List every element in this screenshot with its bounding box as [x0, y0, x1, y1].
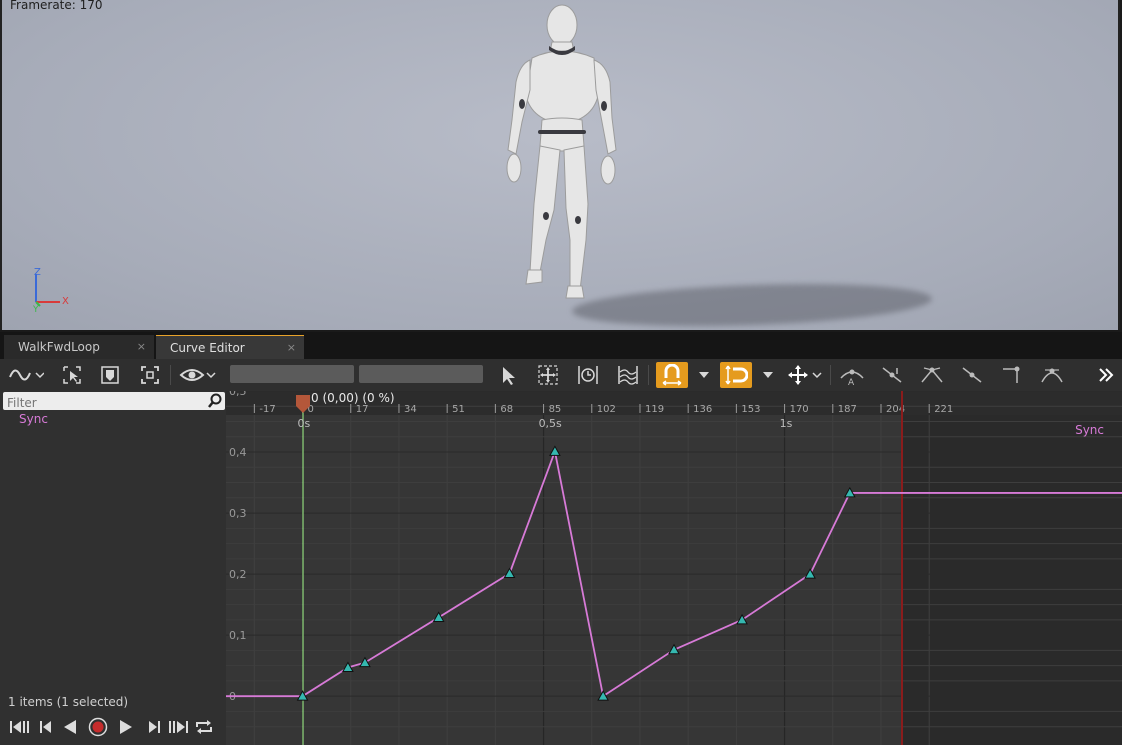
value-axis-label: 0,4 [229, 446, 247, 459]
close-icon[interactable]: × [287, 341, 296, 354]
time-label: 1s [780, 417, 793, 430]
time-ruler-ticks: -17 0 17 34 51 68 85 102 119 136 153 170 187 204 221 [253, 404, 953, 415]
filter-box[interactable] [3, 392, 225, 411]
frame-selection-icon[interactable] [98, 362, 122, 388]
play-icon[interactable] [114, 716, 138, 738]
auto-tangent-icon[interactable]: A [838, 362, 866, 388]
ruler-tick-label: 17 [356, 404, 369, 415]
ruler-tick-label: 51 [452, 404, 465, 415]
tab-walkfwdloop[interactable]: WalkFwdLoop × [4, 335, 154, 359]
ruler-tick-label: 136 [693, 404, 712, 415]
ruler-tick-label: 119 [645, 404, 664, 415]
linear-tangent-icon[interactable] [958, 362, 986, 388]
curve-view-mode-icon[interactable] [6, 362, 46, 388]
previous-frame-icon[interactable] [34, 716, 58, 738]
play-reverse-icon[interactable] [58, 716, 82, 738]
ruler-tick-label: 102 [597, 404, 616, 415]
transport-controls [8, 716, 218, 738]
time-label: 0s [298, 417, 311, 430]
playhead-label: 0 (0,00) (0 %) [311, 391, 395, 405]
multi-scale-tool-icon[interactable] [616, 362, 640, 388]
constant-tangent-icon[interactable] [998, 362, 1026, 388]
chevron-down-icon[interactable] [758, 362, 778, 388]
axis-gizmo: Z X Y [32, 267, 69, 312]
key-value-field[interactable] [359, 365, 483, 383]
visibility-eye-icon[interactable] [178, 362, 218, 388]
filter-input[interactable] [3, 395, 197, 411]
ruler-tick-label: 170 [790, 404, 809, 415]
axis-y-label: Y [32, 305, 39, 312]
search-icon[interactable] [207, 393, 223, 409]
svg-text:A: A [848, 378, 855, 386]
document-tab-bar: WalkFwdLoop × Curve Editor × [0, 332, 1122, 359]
value-axis-label: 0,5 [229, 391, 247, 398]
key-time-field[interactable] [230, 365, 354, 383]
move-axis-icon[interactable] [784, 362, 824, 388]
ruler-tick-label: 68 [500, 404, 513, 415]
user-tangent-icon[interactable] [878, 362, 906, 388]
ruler-tick-label: 187 [838, 404, 857, 415]
ruler-tick-label: -17 [259, 404, 275, 415]
keyframe-marker[interactable] [668, 643, 680, 655]
break-tangent-icon[interactable] [918, 362, 946, 388]
out-of-range-region [902, 391, 1122, 745]
time-label: 0,5s [539, 417, 562, 430]
keyframe-marker[interactable] [503, 567, 516, 578]
transform-tool-icon[interactable] [536, 362, 560, 388]
ruler-tick-label: 85 [549, 404, 562, 415]
curve-graph[interactable]: -17 0 17 34 51 68 85 102 119 136 153 170 187 204 221 0… [226, 391, 1122, 745]
toolbar-separator [648, 365, 649, 385]
select-tool-icon[interactable] [496, 362, 520, 388]
toolbar-separator [170, 365, 171, 385]
axis-x-label: X [62, 296, 69, 307]
ruler-tick-label: 153 [741, 404, 760, 415]
frame-all-icon[interactable] [138, 362, 162, 388]
skip-to-start-icon[interactable] [8, 716, 32, 738]
mannequin-character [506, 4, 617, 299]
snap-time-icon[interactable] [656, 362, 688, 388]
ruler-tick-label: 34 [404, 404, 417, 415]
keyframes[interactable] [296, 445, 856, 701]
curve-editor-toolbar: A [0, 359, 1122, 391]
time-labels: 0s 0,5s 1s [298, 417, 793, 430]
curve-name-label: Sync [1075, 423, 1104, 437]
tab-label: WalkFwdLoop [18, 340, 100, 354]
curve-graph-canvas[interactable]: -17 0 17 34 51 68 85 102 119 136 153 170 187 204 221 0… [226, 391, 1122, 745]
curve-item-sync[interactable]: Sync [19, 412, 48, 426]
snap-value-icon[interactable] [720, 362, 752, 388]
value-labels: 0,50,40,30,20,10 [229, 391, 247, 703]
keyframe-marker[interactable] [432, 611, 445, 622]
animation-viewport[interactable]: Framerate: 170 Z X Y [0, 0, 1120, 330]
selection-status: 1 items (1 selected) [8, 695, 129, 709]
axis-z-label: Z [34, 267, 41, 278]
next-frame-icon[interactable] [142, 716, 166, 738]
framerate-readout: Framerate: 170 [10, 0, 103, 12]
tab-curve-editor[interactable]: Curve Editor × [156, 335, 304, 359]
keyframe-marker[interactable] [359, 656, 371, 668]
curve-tree-panel: Sync 1 items (1 selected) [0, 391, 226, 745]
record-icon[interactable] [86, 716, 110, 738]
value-axis-label: 0,1 [229, 629, 247, 642]
close-icon[interactable]: × [137, 340, 146, 353]
keyframe-marker[interactable] [736, 613, 748, 625]
keyframe-marker[interactable] [549, 445, 561, 456]
loop-icon[interactable] [192, 716, 216, 738]
value-axis-label: 0,3 [229, 507, 247, 520]
tab-label: Curve Editor [170, 341, 245, 355]
value-axis-label: 0,2 [229, 568, 247, 581]
select-keys-icon[interactable] [60, 362, 84, 388]
skip-to-end-icon[interactable] [166, 716, 190, 738]
weighted-tangent-icon[interactable] [1038, 362, 1066, 388]
toolbar-separator [830, 365, 831, 385]
retime-tool-icon[interactable] [576, 362, 600, 388]
ruler-tick-label: 221 [934, 404, 953, 415]
chevron-down-icon[interactable] [694, 362, 714, 388]
more-options-icon[interactable] [1094, 362, 1118, 388]
